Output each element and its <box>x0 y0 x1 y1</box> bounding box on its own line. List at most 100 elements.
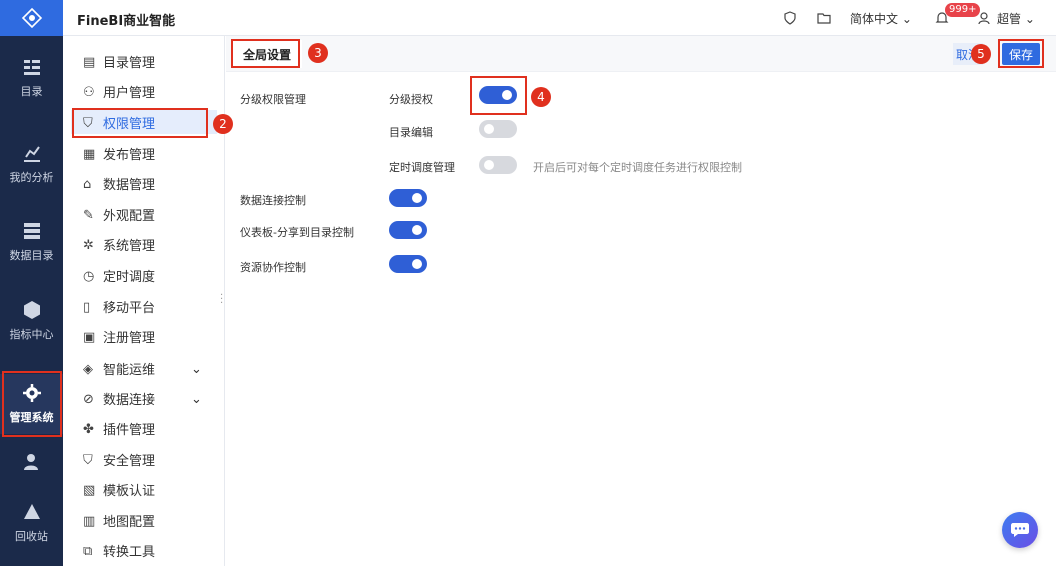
toggle-data-connection-control[interactable] <box>389 189 427 207</box>
menu-item-appearance[interactable]: ✎ 外观配置 <box>71 202 217 226</box>
menu-item-label: 智能运维 <box>103 362 156 378</box>
menu-item-label: 安全管理 <box>103 453 156 469</box>
menu-item-label: 定时调度 <box>103 269 156 285</box>
data-catalog-icon <box>23 223 40 239</box>
notification-badge: 999+ <box>945 3 981 17</box>
menu-item-plugin-management[interactable]: ✤ 插件管理 <box>71 416 217 440</box>
section-label: 分级权限管理 <box>240 93 306 106</box>
menu-item-label: 外观配置 <box>103 208 156 224</box>
menu-item-template-auth[interactable]: ▧ 模板认证 <box>71 477 217 501</box>
language-label: 简体中文 <box>850 12 899 26</box>
brush-icon: ✎ <box>83 208 94 223</box>
user-icon: ⚇ <box>83 85 95 100</box>
control-label: 资源协作控制 <box>240 261 306 274</box>
menu-item-mobile-platform[interactable]: ▯ 移动平台 <box>71 294 217 318</box>
settings-icon: ✲ <box>83 238 94 253</box>
menu-item-label: 转换工具 <box>103 544 156 560</box>
rail-item-my-analysis[interactable]: 我的分析 <box>0 134 63 194</box>
menu-item-system-management[interactable]: ✲ 系统管理 <box>71 232 217 256</box>
folder-icon[interactable] <box>817 11 831 25</box>
menu-item-registration[interactable]: ▣ 注册管理 <box>71 324 217 348</box>
rail-item-recycle[interactable]: 回收站 <box>0 490 63 556</box>
menu-item-scheduling[interactable]: ◷ 定时调度 <box>71 263 217 287</box>
content-tab-bar: 全局设置 <box>226 36 1056 72</box>
user-menu[interactable]: 超管 ⌄ <box>997 10 1035 27</box>
chevron-down-icon[interactable]: ⌄ <box>191 392 203 407</box>
setting-label: 目录编辑 <box>389 126 433 139</box>
link-icon: ⊘ <box>83 392 94 407</box>
rail-item-catalog[interactable]: 目录 <box>0 48 63 108</box>
toggle-schedule-management[interactable] <box>479 156 517 174</box>
database-icon: ⌂ <box>83 177 92 192</box>
menu-item-label: 注册管理 <box>103 330 156 346</box>
menu-item-label: 模板认证 <box>103 483 156 499</box>
certificate-icon: ▧ <box>83 483 96 498</box>
menu-item-conversion-tool[interactable]: ⧉ 转换工具 <box>71 538 217 562</box>
highlight-box-permission <box>72 108 208 138</box>
catalog-icon: ▤ <box>83 55 96 70</box>
recycle-icon <box>23 504 40 519</box>
control-label: 仪表板-分享到目录控制 <box>240 226 354 239</box>
language-selector[interactable]: 简体中文 ⌄ <box>850 10 912 27</box>
shield-icon: ⛉ <box>83 453 93 468</box>
cube-icon <box>23 301 40 319</box>
menu-item-smart-ops[interactable]: ◈ 智能运维 ⌄ <box>71 356 217 380</box>
menu-item-label: 用户管理 <box>103 85 156 101</box>
menu-item-label: 数据连接 <box>103 392 156 408</box>
rail-item-metric-center[interactable]: 指标中心 <box>0 291 63 351</box>
users-icon <box>23 454 38 470</box>
chevron-down-icon: ⌄ <box>901 12 912 26</box>
register-icon: ▣ <box>83 330 96 345</box>
setting-label: 定时调度管理 <box>389 161 455 174</box>
top-bar: FineBI商业智能 简体中文 ⌄ 999+ 超管 ⌄ <box>63 0 1056 36</box>
menu-item-label: 地图配置 <box>103 514 156 530</box>
menu-item-user-management[interactable]: ⚇ 用户管理 <box>71 79 217 103</box>
convert-icon: ⧉ <box>83 544 93 559</box>
toggle-dashboard-share-control[interactable] <box>389 221 427 239</box>
menu-item-label: 目录管理 <box>103 55 156 71</box>
list-icon <box>23 60 40 75</box>
logo-icon[interactable] <box>0 0 63 36</box>
chat-icon <box>1011 523 1029 537</box>
menu-item-catalog-management[interactable]: ▤ 目录管理 <box>71 49 217 73</box>
rail-item-data-catalog[interactable]: 数据目录 <box>0 212 63 272</box>
rail-item-label: 我的分析 <box>9 171 54 184</box>
menu-item-label: 插件管理 <box>103 422 156 438</box>
menu-item-map-config[interactable]: ▥ 地图配置 <box>71 508 217 532</box>
shield-icon[interactable] <box>783 11 797 25</box>
user-icon[interactable] <box>977 11 991 25</box>
highlight-box-management <box>2 371 62 437</box>
ops-icon: ◈ <box>83 362 93 377</box>
control-label: 数据连接控制 <box>240 194 306 207</box>
user-name: 超管 <box>997 12 1022 26</box>
chevron-down-icon: ⌄ <box>1024 12 1035 26</box>
rail-item-label: 指标中心 <box>9 328 54 341</box>
menu-item-label: 发布管理 <box>103 147 156 163</box>
step-marker-5: 5 <box>971 44 991 64</box>
analysis-icon <box>23 146 40 162</box>
chevron-down-icon[interactable]: ⌄ <box>191 362 203 377</box>
rail-item-label: 目录 <box>20 85 43 98</box>
menu-item-security-management[interactable]: ⛉ 安全管理 <box>71 447 217 471</box>
menu-item-label: 数据管理 <box>103 177 156 193</box>
map-icon: ▥ <box>83 514 96 529</box>
setting-hint: 开启后可对每个定时调度任务进行权限控制 <box>533 161 742 174</box>
chat-assistant-button[interactable] <box>1002 512 1038 548</box>
step-marker-2: 2 <box>213 114 233 134</box>
app-title: FineBI商业智能 <box>77 14 176 29</box>
menu-item-label: 移动平台 <box>103 300 156 316</box>
rail-item-users[interactable] <box>0 440 63 490</box>
toggle-resource-collaboration[interactable] <box>389 255 427 273</box>
menu-item-label: 系统管理 <box>103 238 156 254</box>
step-marker-4: 4 <box>531 87 551 107</box>
highlight-box-save <box>998 39 1044 68</box>
step-marker-3: 3 <box>308 43 328 63</box>
rail-item-label: 回收站 <box>15 530 48 543</box>
menu-item-publish-management[interactable]: ▦ 发布管理 <box>71 141 217 165</box>
menu-item-data-management[interactable]: ⌂ 数据管理 <box>71 171 217 195</box>
menu-item-data-connection[interactable]: ⊘ 数据连接 ⌄ <box>71 386 217 410</box>
toggle-catalog-edit[interactable] <box>479 120 517 138</box>
resize-handle[interactable]: · · · <box>220 291 223 309</box>
puzzle-icon: ✤ <box>83 422 94 437</box>
mobile-icon: ▯ <box>83 300 91 315</box>
